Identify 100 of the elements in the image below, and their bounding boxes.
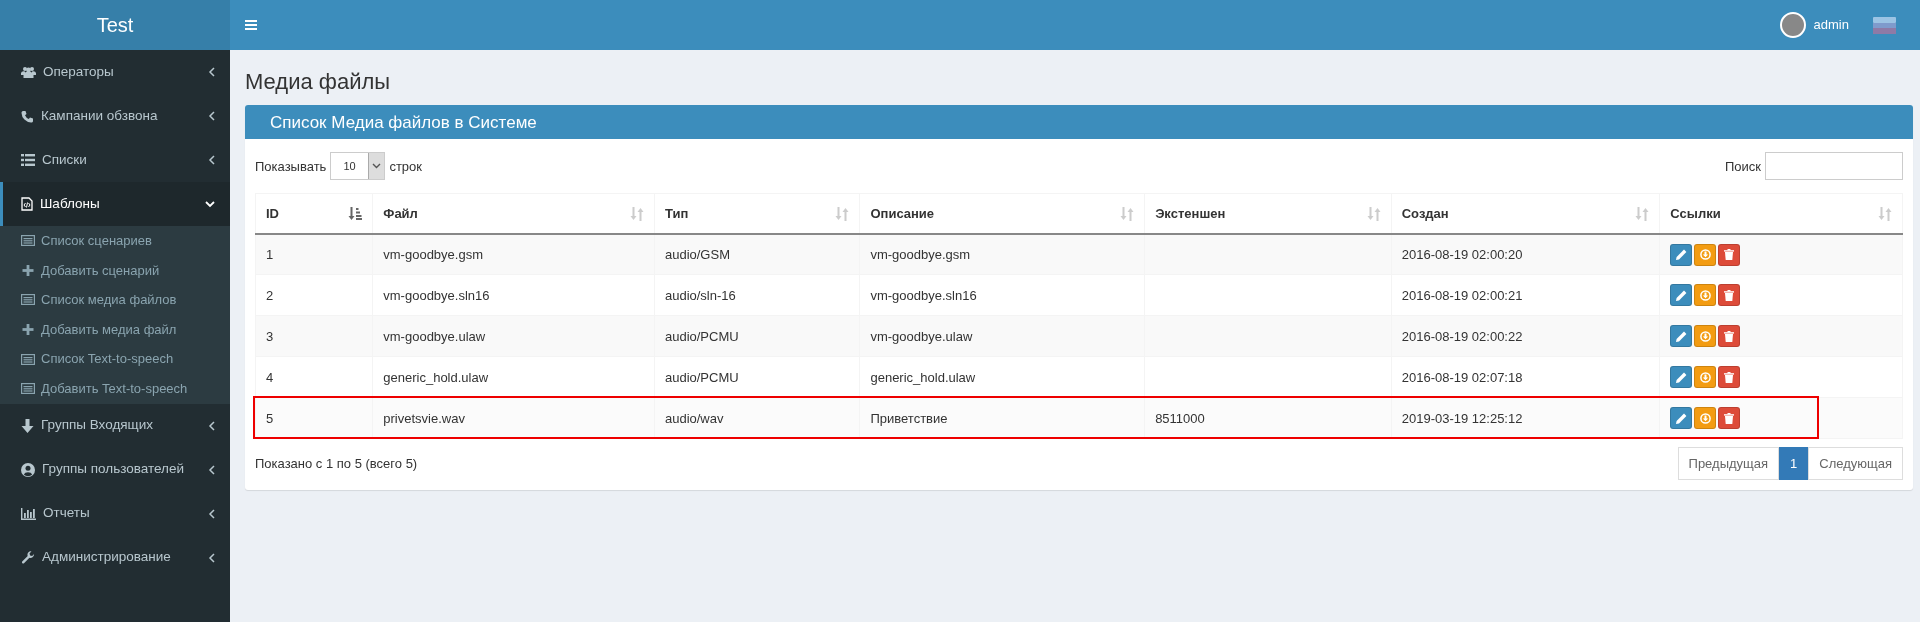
table-cell: privetsvie.wav (383, 410, 465, 426)
sidebar-item[interactable]: Администрирование (0, 535, 230, 580)
download-circle-icon (1699, 371, 1711, 383)
edit-button[interactable] (1670, 243, 1693, 266)
table-info: Показано с 1 по 5 (всего 5) (255, 455, 418, 474)
delete-button[interactable] (1718, 284, 1741, 307)
page-length-select[interactable]: 10 (330, 152, 386, 181)
edit-button[interactable] (1670, 407, 1693, 430)
menu-icon[interactable] (245, 20, 257, 30)
download-button[interactable] (1694, 407, 1717, 430)
trash-icon (1724, 289, 1735, 301)
edit-button[interactable] (1670, 325, 1693, 348)
chevron-left-icon (208, 111, 215, 121)
chevron-left-icon (208, 155, 215, 165)
sidebar-item[interactable]: Группы Входящих (0, 403, 230, 448)
sidebar-subitem[interactable]: Добавить медиа файл (0, 314, 230, 345)
sidebar-subitem[interactable]: Добавить сценарий (0, 255, 230, 286)
user-avatar[interactable] (1779, 12, 1806, 38)
pencil-icon (1675, 289, 1687, 301)
trash-icon (1724, 249, 1735, 261)
table-cell: vm-goodbye.ulaw (870, 328, 973, 344)
download-circle-icon (1699, 249, 1711, 261)
sidebar-subitem[interactable]: Список медиа файлов (0, 285, 230, 315)
table-cell: vm-goodbye.sln16 (870, 287, 977, 303)
column-header[interactable]: ID (266, 203, 279, 224)
sidebar-item[interactable]: Группы пользователей (0, 447, 230, 492)
chevron-left-icon (208, 420, 215, 431)
table-cell: 2016-08-19 02:00:20 (1401, 246, 1523, 262)
table-cell: audio/PCMU (664, 369, 739, 385)
page-button[interactable]: Следующая (1808, 447, 1903, 481)
list-icon (21, 154, 35, 166)
length-suffix: строк (389, 157, 422, 176)
delete-button[interactable] (1718, 407, 1741, 430)
table-cell: 2019-03-19 12:25:12 (1401, 410, 1523, 426)
table-cell: vm-goodbye.gsm (870, 246, 971, 262)
download-button[interactable] (1694, 366, 1717, 389)
column-header[interactable]: Ссылки (1670, 203, 1721, 224)
delete-button[interactable] (1718, 325, 1741, 348)
page-button[interactable]: Предыдущая (1677, 447, 1780, 481)
sidebar-item[interactable]: Списки (0, 138, 230, 182)
search-field[interactable] (1765, 152, 1903, 181)
list-card-icon (21, 383, 35, 395)
phone-icon (21, 109, 34, 123)
column-header[interactable]: Файл (383, 203, 418, 224)
page-button[interactable]: 1 (1779, 447, 1809, 481)
wrench-icon (21, 550, 35, 565)
table-cell: 5 (266, 410, 274, 426)
brand-logo[interactable]: Test (0, 0, 230, 50)
download-button[interactable] (1694, 325, 1717, 348)
trash-icon (1724, 330, 1735, 342)
list-card-icon (21, 294, 35, 306)
sidebar-subitem[interactable]: Список сценариев (0, 226, 230, 256)
sidebar-item[interactable]: Шаблоны (0, 182, 230, 226)
search-label: Поиск (1724, 157, 1761, 176)
users-icon (21, 66, 36, 78)
delete-button[interactable] (1718, 243, 1741, 266)
table-cell: 2 (266, 287, 274, 303)
table-cell: audio/sln-16 (664, 287, 736, 303)
trash-icon (1724, 371, 1735, 383)
pencil-icon (1675, 330, 1687, 342)
plus-icon (21, 264, 35, 276)
sidebar-subitem[interactable]: Добавить Text-to-speech (0, 373, 230, 404)
column-header[interactable]: Описание (870, 203, 935, 224)
edit-button[interactable] (1670, 284, 1693, 307)
table-cell: 2016-08-19 02:00:22 (1401, 328, 1523, 344)
delete-button[interactable] (1718, 366, 1741, 389)
download-button[interactable] (1694, 284, 1717, 307)
code-file-icon (21, 197, 33, 211)
list-card-icon (21, 235, 35, 247)
sort-ascending-icon[interactable] (348, 207, 363, 221)
table-cell: generic_hold.ulaw (383, 369, 489, 385)
user-circle-icon (21, 462, 35, 477)
flag-icon[interactable] (1873, 16, 1896, 34)
table-cell: 2016-08-19 02:00:21 (1401, 287, 1523, 303)
table-cell: audio/PCMU (664, 328, 739, 344)
edit-button[interactable] (1670, 366, 1693, 389)
pencil-icon (1675, 412, 1687, 424)
table-cell: vm-goodbye.ulaw (383, 328, 486, 344)
download-button[interactable] (1694, 243, 1717, 266)
card-header: Список Медиа файлов в Системе (245, 105, 1913, 140)
download-circle-icon (1699, 412, 1711, 424)
download-circle-icon (1699, 330, 1711, 342)
pencil-icon (1675, 371, 1687, 383)
table-cell: 4 (266, 369, 274, 385)
column-header[interactable]: Создан (1401, 203, 1449, 224)
chevron-left-icon (208, 508, 215, 519)
length-label: Показывать (255, 157, 327, 176)
table-cell: 8511000 (1155, 410, 1205, 426)
down-arrow-icon (21, 418, 34, 433)
caret-icon (372, 163, 382, 170)
sidebar-item[interactable]: Кампании обзвона (0, 94, 230, 138)
user-name[interactable]: admin (1813, 15, 1849, 35)
column-header[interactable]: Экстеншен (1155, 203, 1226, 224)
sidebar-item[interactable]: Отчеты (0, 491, 230, 536)
chevron-down-icon (205, 200, 215, 208)
sidebar-subitem[interactable]: Список Text-to-speech (0, 344, 230, 374)
table-cell: vm-goodbye.gsm (383, 246, 483, 262)
column-header[interactable]: Тип (664, 203, 689, 224)
chevron-left-icon (208, 67, 215, 77)
sidebar-item[interactable]: Операторы (0, 50, 230, 94)
